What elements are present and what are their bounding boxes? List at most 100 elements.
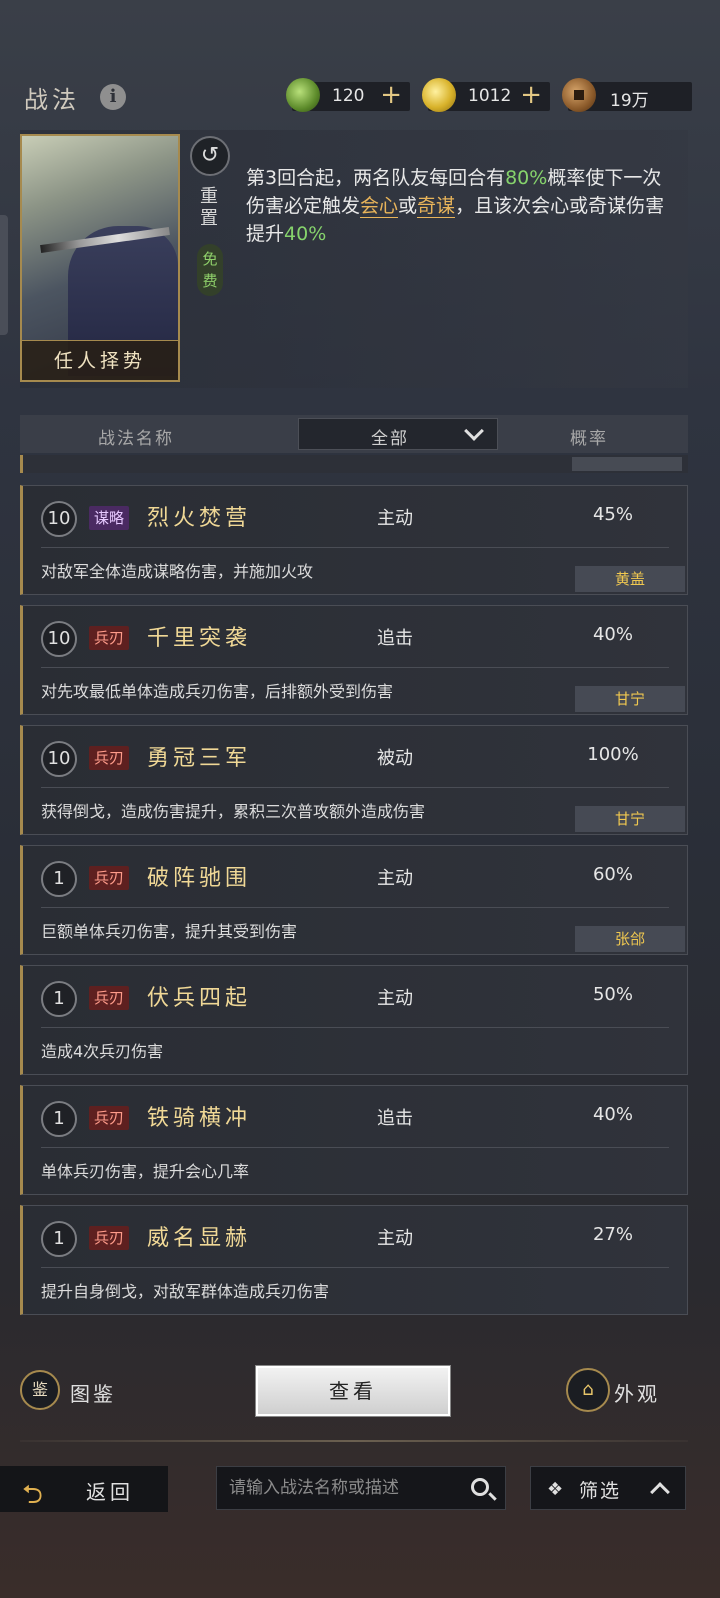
bottom-divider bbox=[20, 1440, 688, 1442]
appearance-button[interactable]: 外观 bbox=[614, 1378, 660, 1407]
free-badge: 免费 bbox=[197, 244, 223, 296]
reset-label[interactable]: 重置 bbox=[200, 186, 222, 230]
resource-gold-value: 1012 bbox=[468, 86, 512, 106]
skill-rate: 27% bbox=[592, 1224, 633, 1245]
skill-type-tag: 兵刃 bbox=[89, 866, 130, 890]
divider bbox=[41, 1267, 669, 1268]
skill-kind: 追击 bbox=[377, 628, 413, 649]
search-box[interactable] bbox=[216, 1466, 506, 1510]
skill-name: 威名显赫 bbox=[147, 1226, 252, 1251]
skill-name: 伏兵四起 bbox=[147, 986, 252, 1011]
type-filter-dropdown[interactable]: 全部 bbox=[298, 418, 498, 450]
skill-rate: 40% bbox=[592, 624, 633, 645]
tujian-button[interactable]: 图鉴 bbox=[70, 1378, 116, 1407]
skill-type-tag: 谋略 bbox=[89, 506, 130, 530]
copper-coin-icon bbox=[562, 78, 596, 112]
divider bbox=[41, 907, 669, 908]
resource-gold: 1012 + bbox=[422, 78, 550, 112]
level-badge: 10 bbox=[41, 501, 77, 537]
gold-coin-icon bbox=[422, 78, 456, 112]
skill-list[interactable]: 10 谋略 烈火焚营 主动 45% 对敌军全体造成谋略伤害，并施加火攻 黄盖 1… bbox=[20, 455, 688, 1317]
reset-icon[interactable]: ↺ bbox=[190, 136, 230, 176]
chevron-up-icon bbox=[650, 1482, 670, 1502]
list-item[interactable]: 10 谋略 烈火焚营 主动 45% 对敌军全体造成谋略伤害，并施加火攻 黄盖 bbox=[20, 485, 688, 595]
search-input[interactable] bbox=[229, 1475, 459, 1501]
skill-desc: 造成4次兵刃伤害 bbox=[41, 1042, 164, 1061]
side-drawer-tab[interactable] bbox=[0, 215, 8, 335]
divider bbox=[41, 667, 669, 668]
skill-card-name: 任人择势 bbox=[22, 340, 178, 380]
tujian-icon[interactable]: 鉴 bbox=[20, 1370, 60, 1410]
skill-rate: 100% bbox=[587, 744, 639, 765]
list-item[interactable]: 1 兵刃 威名显赫 主动 27% 提升自身倒戈，对敌军群体造成兵刃伤害 bbox=[20, 1205, 688, 1315]
info-icon[interactable]: i bbox=[100, 84, 126, 110]
skill-kind: 主动 bbox=[377, 1228, 413, 1249]
type-filter-value: 全部 bbox=[371, 429, 409, 449]
divider bbox=[41, 1147, 669, 1148]
column-rate: 概率 bbox=[570, 429, 608, 449]
skill-name: 铁骑横冲 bbox=[147, 1106, 252, 1131]
list-item[interactable]: 1 兵刃 铁骑横冲 追击 40% 单体兵刃伤害，提升会心几率 bbox=[20, 1085, 688, 1195]
keyword-huixin[interactable]: 会心 bbox=[360, 195, 399, 218]
level-badge: 1 bbox=[41, 981, 77, 1017]
level-badge: 10 bbox=[41, 621, 77, 657]
skill-name: 千里突袭 bbox=[147, 626, 252, 651]
list-item[interactable]: 1 兵刃 破阵驰围 主动 60% 巨额单体兵刃伤害，提升其受到伤害 张郃 bbox=[20, 845, 688, 955]
resource-copper-value: 19万 bbox=[610, 91, 649, 111]
skill-desc: 巨额单体兵刃伤害，提升其受到伤害 bbox=[41, 922, 298, 941]
skill-rate: 50% bbox=[592, 984, 633, 1005]
back-arrow-icon: ⮌ bbox=[22, 1480, 43, 1510]
skill-name: 勇冠三军 bbox=[147, 746, 252, 771]
page-title: 战法 bbox=[24, 86, 80, 114]
skill-desc: 提升自身倒戈，对敌军群体造成兵刃伤害 bbox=[41, 1282, 330, 1301]
skill-desc: 对先攻最低单体造成兵刃伤害，后排额外受到伤害 bbox=[41, 682, 394, 701]
skill-kind: 追击 bbox=[377, 1108, 413, 1129]
skill-rate: 60% bbox=[592, 864, 633, 885]
skill-desc: 获得倒戈，造成伤害提升，累积三次普攻额外造成伤害 bbox=[41, 802, 426, 821]
add-jade-button[interactable]: + bbox=[380, 80, 402, 110]
skill-type-tag: 兵刃 bbox=[89, 986, 130, 1010]
hero-tag: 黄盖 bbox=[575, 566, 685, 592]
level-badge: 1 bbox=[41, 861, 77, 897]
skill-type-tag: 兵刃 bbox=[89, 626, 130, 650]
divider bbox=[41, 1027, 669, 1028]
resource-jade-value: 120 bbox=[332, 86, 365, 106]
keyword-qimou[interactable]: 奇谋 bbox=[417, 195, 456, 218]
skill-rate: 40% bbox=[592, 1104, 633, 1125]
level-badge: 1 bbox=[41, 1101, 77, 1137]
back-label: 返回 bbox=[86, 1480, 134, 1504]
skill-name: 烈火焚营 bbox=[147, 506, 252, 531]
list-item[interactable]: 1 兵刃 伏兵四起 主动 50% 造成4次兵刃伤害 bbox=[20, 965, 688, 1075]
skill-kind: 主动 bbox=[377, 868, 413, 889]
resource-copper: 19万 bbox=[562, 78, 692, 112]
skill-type-tag: 兵刃 bbox=[89, 1106, 130, 1130]
skill-desc: 对敌军全体造成谋略伤害，并施加火攻 bbox=[41, 562, 314, 581]
level-badge: 1 bbox=[41, 1221, 77, 1257]
divider bbox=[41, 547, 669, 548]
list-item-partial bbox=[20, 455, 688, 473]
list-item[interactable]: 10 兵刃 千里突袭 追击 40% 对先攻最低单体造成兵刃伤害，后排额外受到伤害… bbox=[20, 605, 688, 715]
skill-rate: 45% bbox=[592, 504, 633, 525]
skill-kind: 被动 bbox=[377, 748, 413, 769]
filter-button[interactable]: ❖ 筛选 bbox=[530, 1466, 686, 1510]
chevron-down-icon bbox=[464, 421, 484, 441]
level-badge: 10 bbox=[41, 741, 77, 777]
search-icon[interactable] bbox=[471, 1478, 489, 1496]
view-button[interactable]: 查看 bbox=[256, 1366, 450, 1416]
back-button[interactable]: ⮌ 返回 bbox=[0, 1466, 168, 1512]
skill-kind: 主动 bbox=[377, 508, 413, 529]
resource-jade: 120 + bbox=[286, 78, 410, 112]
hero-tag: 张郃 bbox=[575, 926, 685, 952]
skill-card[interactable]: 任人择势 bbox=[20, 134, 180, 382]
skill-type-tag: 兵刃 bbox=[89, 746, 130, 770]
skill-name: 破阵驰围 bbox=[147, 866, 252, 891]
filter-label: 筛选 bbox=[579, 1480, 622, 1502]
jade-coin-icon bbox=[286, 78, 320, 112]
list-item[interactable]: 10 兵刃 勇冠三军 被动 100% 获得倒戈，造成伤害提升，累积三次普攻额外造… bbox=[20, 725, 688, 835]
skill-desc: 单体兵刃伤害，提升会心几率 bbox=[41, 1162, 250, 1181]
hero-tag bbox=[572, 457, 682, 471]
add-gold-button[interactable]: + bbox=[520, 80, 542, 110]
divider bbox=[41, 787, 669, 788]
appearance-icon[interactable]: ⌂ bbox=[566, 1368, 610, 1412]
skill-type-tag: 兵刃 bbox=[89, 1226, 130, 1250]
